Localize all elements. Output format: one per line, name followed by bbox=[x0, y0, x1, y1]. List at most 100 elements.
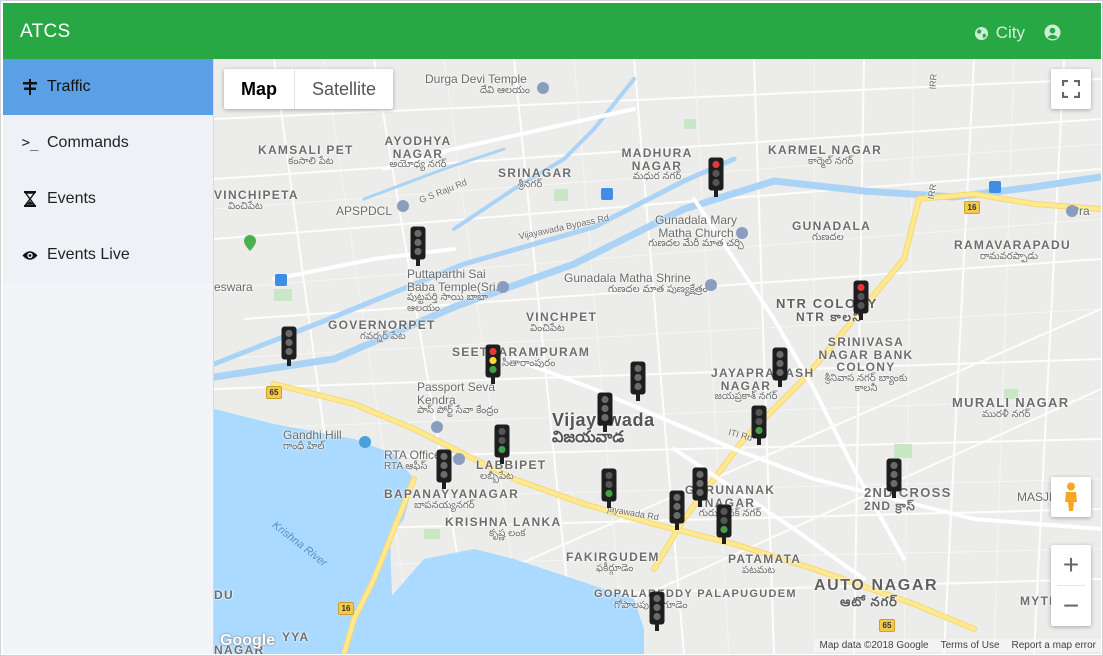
church-pin-icon[interactable] bbox=[736, 227, 748, 239]
traffic-light-icon bbox=[669, 490, 685, 530]
transit-icon[interactable] bbox=[275, 274, 287, 286]
google-logo[interactable]: Google bbox=[220, 632, 275, 650]
signpost-icon bbox=[21, 79, 39, 95]
traffic-signal-marker[interactable] bbox=[669, 490, 685, 530]
map-label: MURALI NAGAR మురళీ నగర్ bbox=[952, 395, 1070, 420]
traffic-light-icon bbox=[494, 424, 510, 464]
map-label: GOPALAREDDY PALAPUGUDEM గోపాలపురం గూడెం bbox=[594, 588, 797, 611]
map-label: DU bbox=[214, 588, 234, 602]
map-label: Gunadala Mary Matha Church గుణదల మేరీ మాత… bbox=[648, 213, 744, 250]
traffic-signal-marker[interactable] bbox=[708, 157, 724, 197]
city-label: City bbox=[995, 23, 1025, 42]
map-label: FAKIRGUDEM ఫకీర్గూడెం bbox=[566, 550, 660, 574]
traffic-light-icon bbox=[436, 449, 452, 489]
sidebar-item-events-live[interactable]: Events Live bbox=[3, 227, 213, 283]
hill-pin-icon[interactable] bbox=[359, 436, 371, 448]
traffic-signal-marker[interactable] bbox=[716, 504, 732, 544]
zoom-in-button[interactable]: + bbox=[1051, 545, 1091, 585]
zoom-control: + − bbox=[1051, 545, 1091, 626]
traffic-signal-marker[interactable] bbox=[597, 392, 613, 432]
report-error-link[interactable]: Report a map error bbox=[1012, 640, 1096, 651]
traffic-signal-marker[interactable] bbox=[649, 591, 665, 631]
park-pin-icon[interactable] bbox=[244, 235, 256, 251]
map-label: GUNADALA గుణదల bbox=[792, 219, 872, 243]
hourglass-icon bbox=[21, 191, 39, 207]
map-label: PATAMATA పటమట bbox=[728, 552, 802, 576]
sidebar-nav: Traffic >_ Commands Events Events Live bbox=[3, 59, 213, 283]
traffic-light-icon bbox=[485, 344, 501, 384]
traffic-light-icon bbox=[630, 361, 646, 401]
traffic-light-icon bbox=[281, 326, 297, 366]
traffic-light-icon bbox=[649, 591, 665, 631]
poi-pin-icon[interactable] bbox=[397, 200, 409, 212]
map-label: YYA bbox=[282, 630, 310, 644]
traffic-light-icon bbox=[716, 504, 732, 544]
office-pin-icon[interactable] bbox=[453, 453, 465, 465]
traffic-signal-marker[interactable] bbox=[601, 468, 617, 508]
sidebar-item-events[interactable]: Events bbox=[3, 171, 213, 227]
map-label: SEETHARAMPURAM సీతారాంపురం bbox=[452, 345, 591, 369]
traffic-signal-marker[interactable] bbox=[485, 344, 501, 384]
traffic-signal-marker[interactable] bbox=[410, 226, 426, 266]
traffic-light-icon bbox=[886, 458, 902, 498]
sidebar-item-label: Commands bbox=[47, 134, 129, 151]
highway-shield: 65 bbox=[879, 619, 895, 632]
traffic-light-icon bbox=[410, 226, 426, 266]
traffic-signal-marker[interactable] bbox=[692, 467, 708, 507]
temple-pin-icon[interactable] bbox=[497, 281, 509, 293]
city-selector[interactable]: City bbox=[974, 23, 1025, 43]
traffic-light-icon bbox=[751, 405, 767, 445]
terminal-icon: >_ bbox=[21, 135, 39, 151]
pegman-icon bbox=[1065, 482, 1077, 511]
transit-icon[interactable] bbox=[601, 188, 613, 200]
map-label: RTA Office RTA ఆఫీస్ bbox=[384, 448, 441, 472]
map-label: AYODHYA NAGAR అయోధ్య నగర్ bbox=[384, 134, 452, 171]
poi-pin-icon[interactable] bbox=[1066, 205, 1078, 217]
map-data-text: Map data ©2018 Google bbox=[819, 640, 929, 651]
map-label: Durga Devi Temple దేవి ఆలయం bbox=[425, 72, 530, 96]
app-title[interactable]: ATCS bbox=[20, 21, 70, 43]
traffic-signal-marker[interactable] bbox=[772, 347, 788, 387]
passport-pin-icon[interactable] bbox=[431, 421, 443, 433]
highway-shield: 16 bbox=[338, 602, 354, 615]
sidebar-item-label: Events bbox=[47, 190, 96, 207]
map-attribution: Map data ©2018 Google Terms of Use Repor… bbox=[814, 639, 1101, 652]
traffic-light-icon bbox=[601, 468, 617, 508]
fullscreen-button[interactable] bbox=[1051, 69, 1091, 109]
map-label: MADHURA NAGAR మధుర నగర్ bbox=[621, 146, 693, 183]
street-view-button[interactable] bbox=[1051, 477, 1091, 517]
sidebar-item-traffic[interactable]: Traffic bbox=[3, 59, 213, 115]
map-label: Passport Seva Kendra పాస్ పోర్ట్ సేవా కేం… bbox=[417, 380, 499, 417]
traffic-light-icon bbox=[772, 347, 788, 387]
temple-pin-icon[interactable] bbox=[537, 82, 549, 94]
sidebar-item-commands[interactable]: >_ Commands bbox=[3, 115, 213, 171]
map-view[interactable]: Durga Devi Temple దేవి ఆలయం KAMSALI PET కం… bbox=[214, 59, 1101, 654]
traffic-signal-marker[interactable] bbox=[751, 405, 767, 445]
map-label: LABBIPET లబ్బీపేట bbox=[476, 458, 547, 482]
app-window: ATCS City Traffic >_ Commands Events Eve… bbox=[0, 0, 1103, 656]
map-label: VINCHIPETA వించిపేట bbox=[214, 188, 299, 212]
sidebar: Traffic >_ Commands Events Events Live bbox=[3, 59, 214, 654]
app-header: ATCS City bbox=[3, 3, 1101, 59]
map-label: VINCHPET వించిపేట bbox=[526, 310, 598, 334]
map-label: 2ND CROSS 2ND క్రాస్ bbox=[864, 485, 952, 513]
map-type-satellite-button[interactable]: Satellite bbox=[295, 69, 393, 109]
transit-icon[interactable] bbox=[989, 181, 1001, 193]
map-label: BAPANAYYANAGAR బాపనయ్యనగర్ bbox=[384, 487, 520, 511]
terms-link[interactable]: Terms of Use bbox=[941, 640, 1000, 651]
map-label: GOVERNORPET గవర్నర్ పేట bbox=[328, 318, 436, 342]
traffic-light-icon bbox=[853, 280, 869, 320]
traffic-light-icon bbox=[597, 392, 613, 432]
traffic-signal-marker[interactable] bbox=[853, 280, 869, 320]
shrine-pin-icon[interactable] bbox=[705, 279, 717, 291]
traffic-signal-marker[interactable] bbox=[886, 458, 902, 498]
sidebar-item-label: Traffic bbox=[47, 78, 91, 95]
traffic-signal-marker[interactable] bbox=[436, 449, 452, 489]
map-type-map-button[interactable]: Map bbox=[224, 69, 295, 109]
traffic-signal-marker[interactable] bbox=[630, 361, 646, 401]
traffic-signal-marker[interactable] bbox=[494, 424, 510, 464]
zoom-out-button[interactable]: − bbox=[1051, 586, 1091, 626]
traffic-signal-marker[interactable] bbox=[281, 326, 297, 366]
map-label: RAMAVARAPADU రామవరప్పాడు bbox=[954, 238, 1071, 262]
user-circle-icon[interactable] bbox=[1044, 24, 1061, 41]
